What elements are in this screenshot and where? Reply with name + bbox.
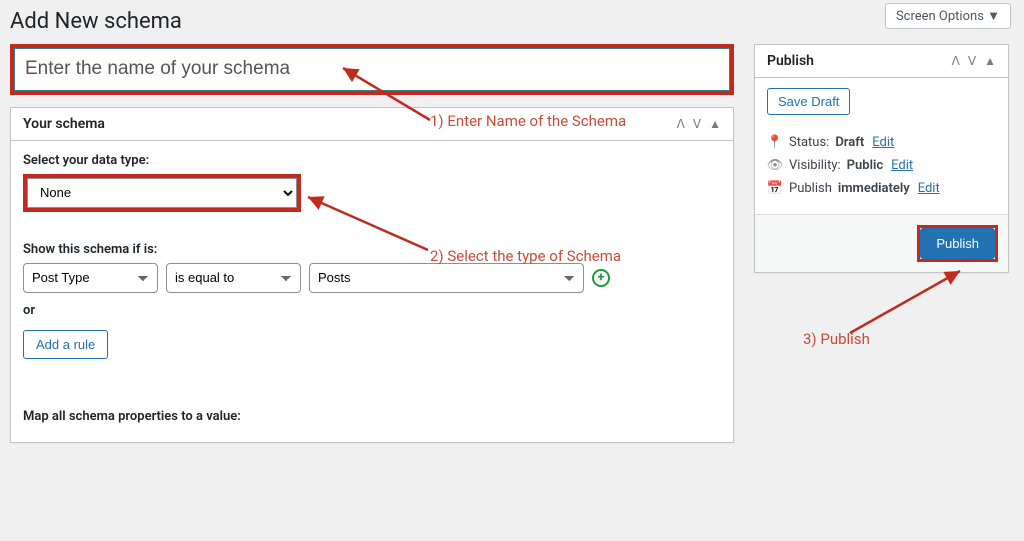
schema-name-highlight [10,44,734,95]
add-rule-button[interactable]: Add a rule [23,330,108,359]
add-condition-icon[interactable]: + [592,269,610,287]
publish-heading: Publish [767,53,814,69]
publish-highlight: Publish [917,225,998,262]
show-if-label: Show this schema if is: [23,242,721,257]
rule-operator-select[interactable]: is equal to [166,263,301,293]
publish-button[interactable]: Publish [920,228,995,259]
panel-toggle-icon[interactable]: ▲ [709,117,721,131]
map-properties-label: Map all schema properties to a value: [23,409,721,424]
or-label: or [23,303,721,318]
publish-time-edit-link[interactable]: Edit [918,181,940,196]
screen-options-button[interactable]: Screen Options ▼ [885,3,1011,29]
status-edit-link[interactable]: Edit [872,135,894,150]
visibility-value: Public [847,158,883,173]
status-label: Status: [789,135,829,150]
visibility-edit-link[interactable]: Edit [891,158,913,173]
visibility-label: Visibility: [789,158,841,173]
status-value: Draft [835,135,864,150]
page-title: Add New schema [0,0,1024,34]
data-type-label: Select your data type: [23,153,721,168]
rule-row: Post Type is equal to Posts + [23,263,721,293]
eye-icon: 👁 [767,158,783,173]
schema-name-input[interactable] [14,48,730,91]
your-schema-box: Your schema ᐱ ᐯ ▲ Select your data type:… [10,107,734,443]
publish-time-label: Publish [789,181,832,196]
calendar-icon: 📅 [767,181,783,196]
panel-down-icon[interactable]: ᐯ [693,117,701,131]
rule-field-select[interactable]: Post Type [23,263,158,293]
pin-icon: 📍 [767,135,783,150]
data-type-highlight: None [23,174,301,212]
panel-up-icon[interactable]: ᐱ [952,54,960,68]
panel-up-icon[interactable]: ᐱ [677,117,685,131]
panel-down-icon[interactable]: ᐯ [968,54,976,68]
your-schema-heading: Your schema [23,116,105,132]
publish-box: Publish ᐱ ᐯ ▲ Save Draft 📍 Status: Draft… [754,44,1009,273]
save-draft-button[interactable]: Save Draft [767,88,850,115]
publish-time-value: immediately [838,181,910,196]
panel-toggle-icon[interactable]: ▲ [984,54,996,68]
rule-value-select[interactable]: Posts [309,263,584,293]
data-type-select[interactable]: None [27,178,297,208]
